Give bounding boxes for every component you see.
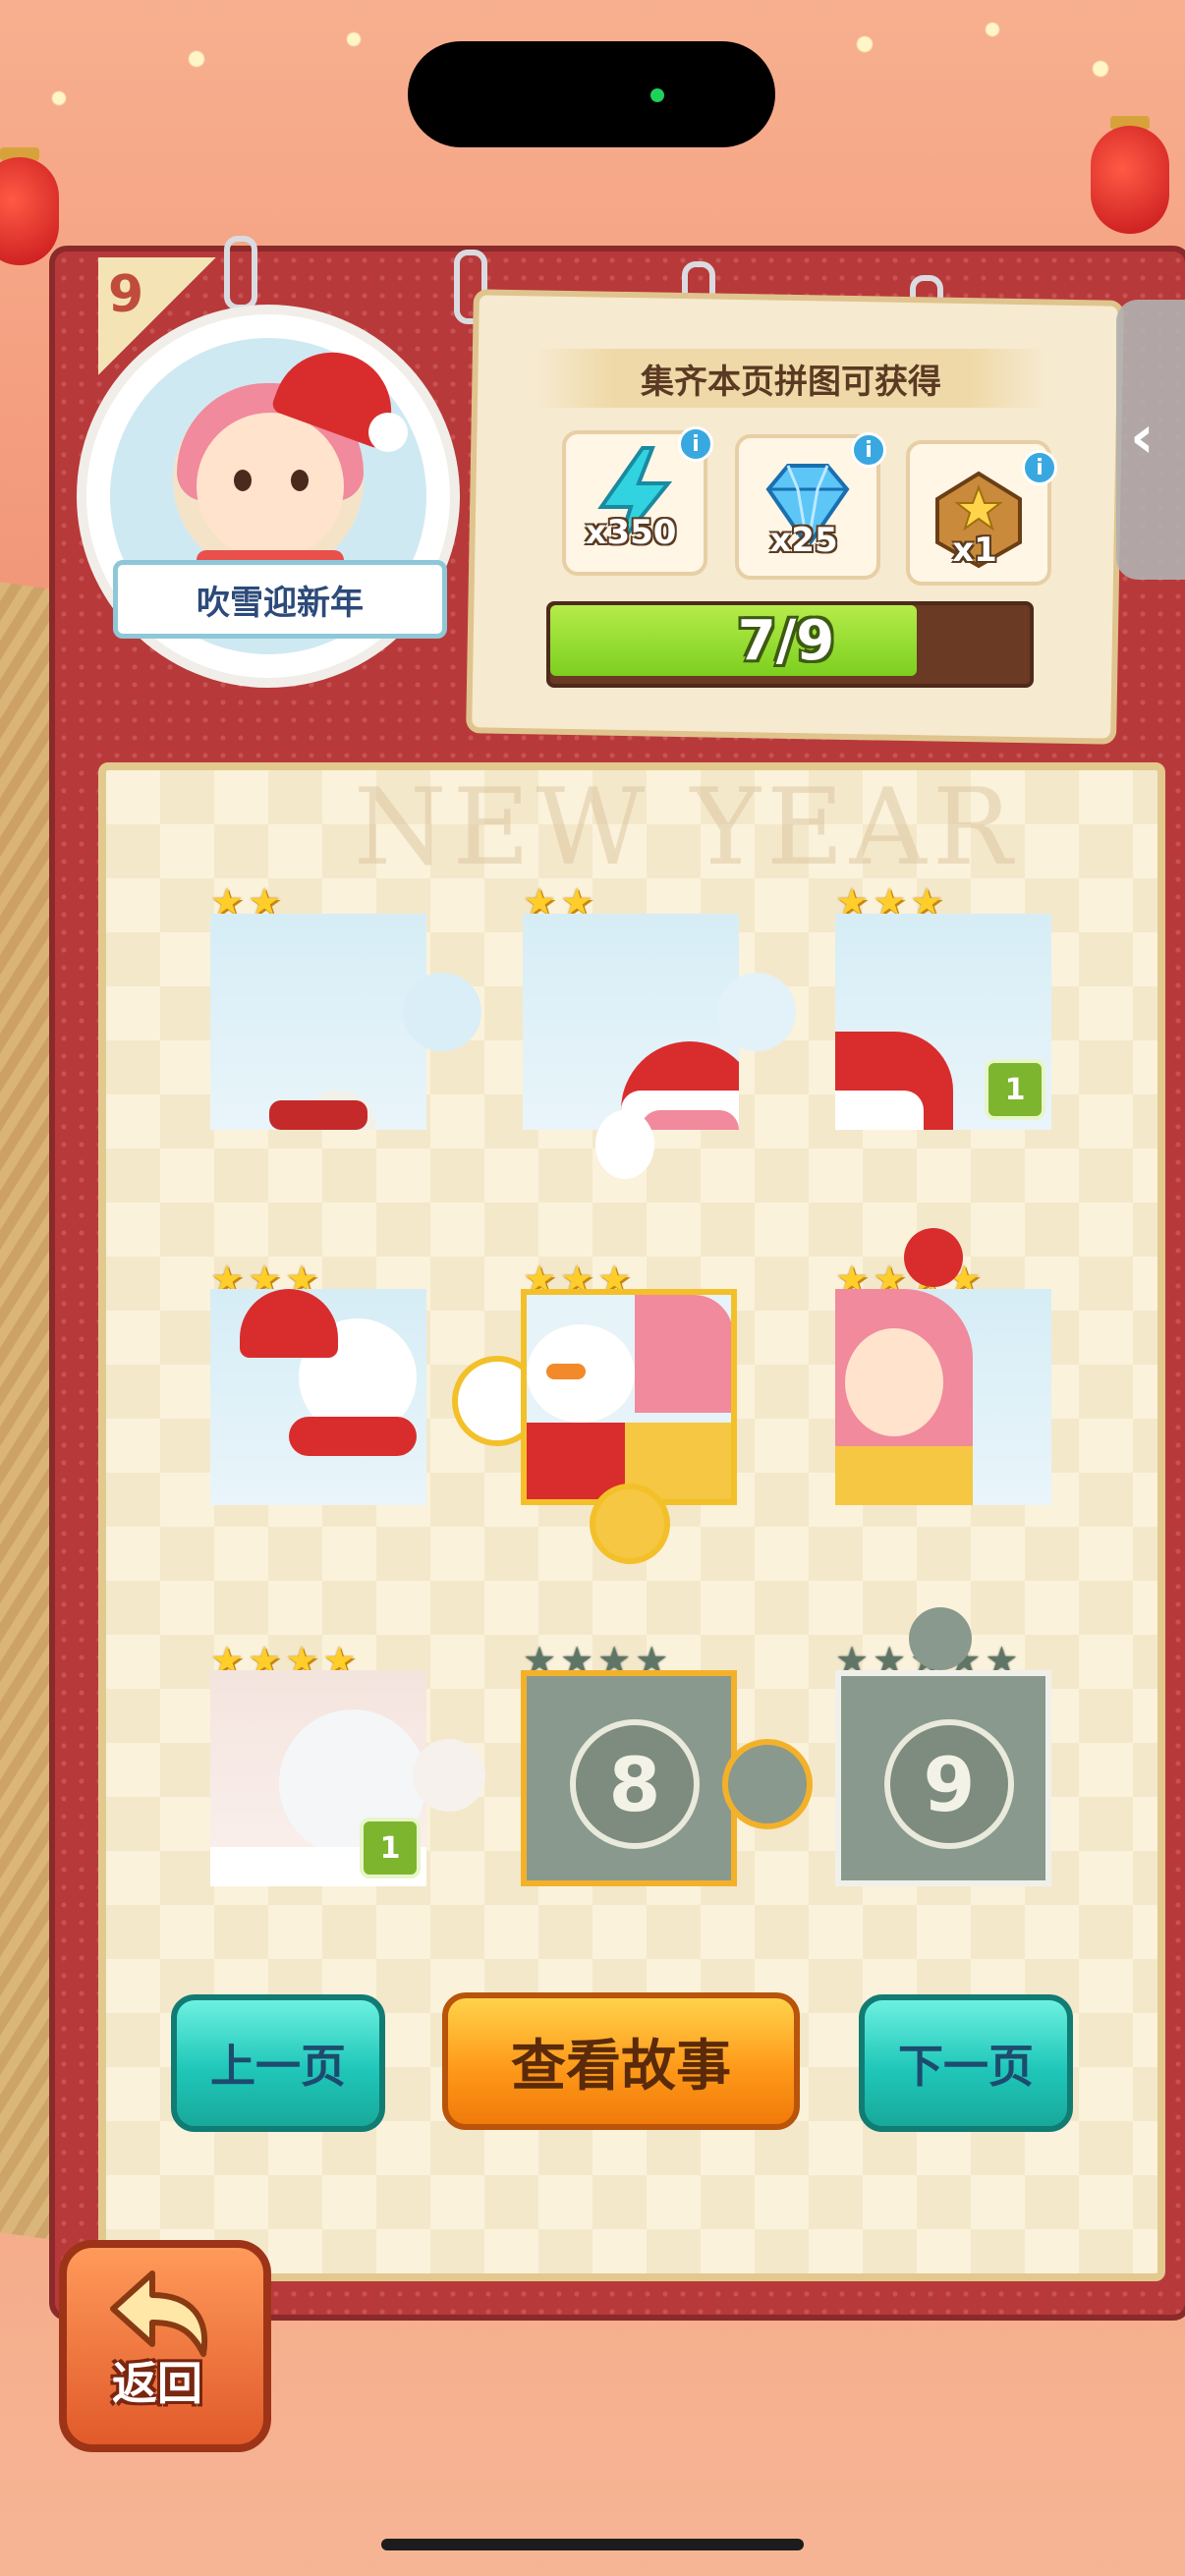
piece-number: 8 xyxy=(570,1719,700,1849)
lantern-right-icon xyxy=(1091,126,1169,234)
reward-qty: x350 xyxy=(585,513,677,552)
badge-title: 吹雪迎新年 xyxy=(113,560,447,639)
lantern-left-icon xyxy=(0,157,59,265)
puzzle-piece-6[interactable] xyxy=(835,1289,1051,1505)
santa-hat-icon xyxy=(240,1289,338,1358)
santa-hat-icon xyxy=(904,1228,963,1287)
binder-ring xyxy=(224,236,257,310)
piece-tab xyxy=(403,973,481,1051)
puzzle-piece-5[interactable] xyxy=(521,1289,737,1505)
chevron-left-icon: ‹ xyxy=(1130,403,1155,472)
piece-tab xyxy=(909,1607,972,1670)
character-eye xyxy=(234,470,252,491)
character-coat xyxy=(835,1446,973,1505)
info-icon[interactable]: i xyxy=(1022,450,1057,485)
reward-qty: x1 xyxy=(952,531,997,570)
snowman-scarf xyxy=(289,1417,417,1456)
reward-qty: x25 xyxy=(769,521,838,560)
progress-text: 7/9 xyxy=(737,608,835,673)
info-icon[interactable]: i xyxy=(678,426,713,462)
hat-pompom xyxy=(368,413,408,452)
hat-edge xyxy=(269,1100,367,1130)
puzzle-piece-4[interactable] xyxy=(210,1289,426,1505)
character-face xyxy=(197,413,344,560)
character-hair xyxy=(635,1295,731,1413)
character-eye xyxy=(291,470,309,491)
character-face xyxy=(845,1328,943,1436)
piece-tab xyxy=(590,1484,670,1564)
home-indicator[interactable] xyxy=(381,2539,804,2550)
level-badge: 1 xyxy=(360,1818,421,1878)
prev-page-button[interactable]: 上一页 xyxy=(171,1994,385,2132)
reward-panel-title: 集齐本页拼图可获得 xyxy=(536,349,1046,408)
puzzle-piece-1[interactable] xyxy=(210,914,426,1130)
next-page-button[interactable]: 下一页 xyxy=(859,1994,1073,2132)
piece-tab xyxy=(722,1739,813,1829)
puzzle-piece-2[interactable] xyxy=(523,914,739,1130)
carrot-nose xyxy=(546,1364,586,1379)
page-number: 9 xyxy=(108,265,144,324)
back-button-label: 返回 xyxy=(112,2357,202,2410)
piece-number: 9 xyxy=(884,1719,1014,1849)
info-icon[interactable]: i xyxy=(851,432,886,468)
watermark-text: NEW YEAR xyxy=(354,766,1019,889)
camera-indicator xyxy=(650,88,664,102)
character-hair xyxy=(641,1110,739,1130)
piece-tab xyxy=(717,973,796,1051)
dynamic-island xyxy=(408,41,775,147)
level-badge: 1 xyxy=(985,1059,1045,1120)
hat-brim xyxy=(835,1091,924,1130)
view-story-button[interactable]: 查看故事 xyxy=(442,1992,800,2130)
hat-pompom xyxy=(595,1110,654,1179)
piece-tab xyxy=(413,1739,485,1812)
puzzle-piece-8-locked[interactable]: 8 xyxy=(521,1670,737,1886)
puzzle-piece-9-locked[interactable]: 9 xyxy=(835,1670,1051,1886)
